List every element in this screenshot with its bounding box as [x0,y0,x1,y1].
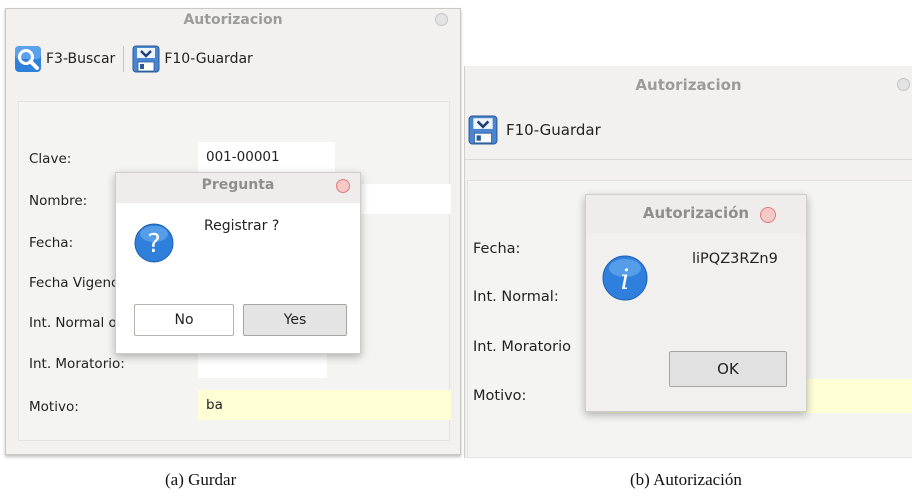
no-button[interactable]: No [134,304,234,336]
yes-button[interactable]: Yes [243,304,347,336]
question-icon: ? [134,223,174,263]
save-button[interactable]: F10-Guardar [468,115,601,145]
fecha-label: Fecha: [473,241,521,257]
save-button-label: F10-Guardar [164,51,253,67]
confirm-dialog: Pregunta ? Registrar ? No Yes [115,172,361,354]
save-icon [468,115,498,145]
window-title: Autorizacion [183,12,283,28]
info-dialog: Autorización i liPQZ3RZn9 OK [585,194,807,412]
int-normal-label: Int. Normal o [29,315,117,331]
dialog-message: Registrar ? [204,218,280,234]
search-button[interactable]: F3-Buscar [14,45,115,73]
close-icon[interactable] [336,179,350,193]
caption-b: (b) Autorización [630,470,742,489]
search-icon [15,46,41,72]
int-moratorio-label: Int. Moratorio [473,339,572,355]
toolbar: F3-Buscar F10-Guardar [6,41,460,77]
fecha-label: Fecha: [29,235,74,251]
clave-field[interactable]: 001-00001 [198,142,335,172]
save-button-label: F10-Guardar [506,121,601,139]
motivo-label: Motivo: [473,388,527,404]
fecha-vigencia-label: Fecha Vigenci [29,275,123,291]
toolbar-divider [465,159,912,160]
search-button-label: F3-Buscar [46,51,116,67]
window-control-button[interactable] [897,78,910,91]
save-icon [132,45,160,73]
motivo-field[interactable]: ba [198,390,451,420]
window-title: Autorizacion [635,76,742,94]
dialog-message: liPQZ3RZn9 [692,251,778,267]
save-button[interactable]: F10-Guardar [132,45,253,73]
clave-label: Clave: [29,151,72,167]
left-window: Autorizacion F3-Buscar F10-Guardar Clave… [5,8,461,455]
dialog-body: i liPQZ3RZn9 OK [586,233,806,411]
toolbar: F10-Guardar [465,110,912,150]
ok-button[interactable]: OK [669,351,787,387]
int-moratorio-label: Int. Moratorio: [29,356,125,372]
int-normal-label: Int. Normal: [473,289,559,305]
svg-text:?: ? [147,229,161,259]
caption-a: (a) Gurdar [165,470,237,489]
nombre-label: Nombre: [29,193,88,209]
window-control-button[interactable] [435,13,448,26]
dialog-body: ? Registrar ? No Yes [116,203,360,353]
info-icon: i [602,255,648,301]
close-icon[interactable] [760,207,776,223]
toolbar-separator [123,46,125,72]
motivo-label: Motivo: [29,399,79,415]
svg-text:i: i [621,263,630,296]
right-window: Autorizacion F10-Guardar Fecha: Int. Nor… [464,66,912,458]
dialog-title: Pregunta [201,177,275,193]
